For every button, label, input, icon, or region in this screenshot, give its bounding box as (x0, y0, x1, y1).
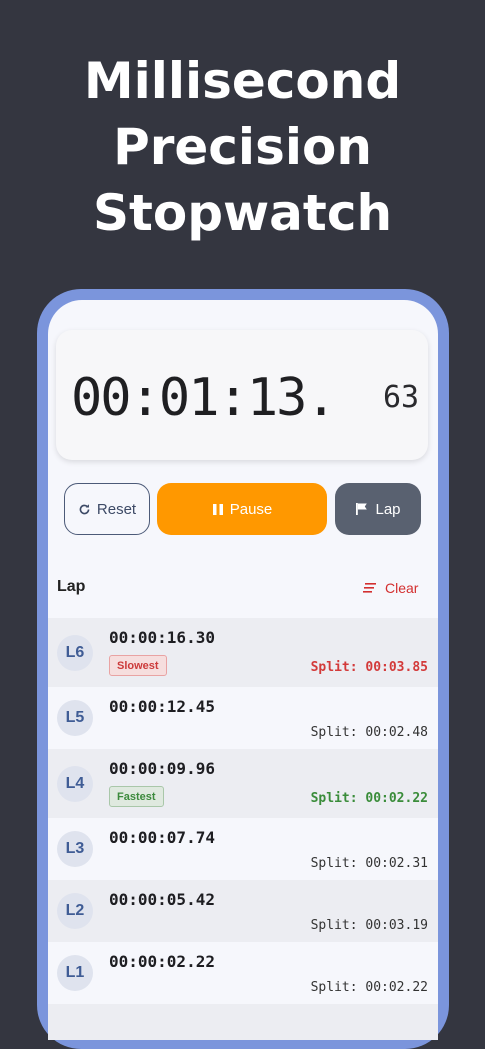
lap-number-badge: L5 (57, 700, 93, 736)
pause-label: Pause (229, 500, 273, 518)
lap-row-partial (48, 1004, 438, 1040)
lap-row: L6 00:00:16.30 Slowest Split: 00:03.85 (48, 618, 438, 687)
lap-row: L3 00:00:07.74 Split: 00:02.31 (48, 818, 438, 880)
lap-list-header: Lap Clear (48, 572, 438, 602)
fastest-tag: Fastest (109, 786, 164, 807)
headline-line-3: Stopwatch (92, 184, 393, 242)
lap-number-badge: L3 (57, 831, 93, 867)
lap-split-time: Split: 00:02.31 (310, 856, 428, 871)
headline-line-1: Millisecond (83, 52, 402, 110)
reset-label: Reset (96, 500, 137, 518)
lap-label: Lap (375, 500, 401, 518)
clear-list-icon (363, 583, 377, 593)
lap-split-time: Split: 00:02.22 (310, 980, 428, 995)
lap-total-time: 00:00:07.74 (109, 828, 215, 847)
lap-split-time: Split: 00:03.19 (310, 918, 428, 933)
lap-total-time: 00:00:12.45 (109, 697, 215, 716)
lap-split-time: Split: 00:03.85 (310, 660, 428, 675)
lap-total-time: 00:00:02.22 (109, 952, 215, 971)
lap-list: L6 00:00:16.30 Slowest Split: 00:03.85 L… (48, 618, 438, 1040)
lap-row: L2 00:00:05.42 Split: 00:03.19 (48, 880, 438, 942)
timer-milliseconds: 63 (383, 380, 420, 415)
app-screen: 00:01:13. 63 Reset Pause Lap Lap Clear L… (48, 300, 438, 1040)
lap-button[interactable]: Lap (335, 483, 421, 535)
lap-total-time: 00:00:09.96 (109, 759, 215, 778)
flag-icon (355, 502, 369, 516)
slowest-tag: Slowest (109, 655, 167, 676)
lap-split-time: Split: 00:02.48 (310, 725, 428, 740)
clear-label: Clear (385, 580, 419, 596)
pause-icon (212, 503, 224, 516)
lap-number-badge: L2 (57, 893, 93, 929)
lap-number-badge: L6 (57, 635, 93, 671)
clear-button[interactable]: Clear (363, 580, 418, 596)
lap-list-title: Lap (57, 578, 86, 595)
lap-total-time: 00:00:16.30 (109, 628, 215, 647)
pause-button[interactable]: Pause (157, 483, 327, 535)
reset-button[interactable]: Reset (64, 483, 150, 535)
lap-row: L1 00:00:02.22 Split: 00:02.22 (48, 942, 438, 1004)
lap-number-badge: L4 (57, 766, 93, 802)
timer-display: 00:01:13. 63 (56, 330, 428, 460)
lap-row: L5 00:00:12.45 Split: 00:02.48 (48, 687, 438, 749)
refresh-icon (78, 503, 91, 516)
headline-line-2: Precision (113, 118, 372, 176)
lap-row: L4 00:00:09.96 Fastest Split: 00:02.22 (48, 749, 438, 818)
headline: Millisecond Precision Stopwatch (0, 48, 485, 246)
lap-split-time: Split: 00:02.22 (310, 791, 428, 806)
timer-main-digits: 00:01:13. (71, 368, 337, 428)
lap-number-badge: L1 (57, 955, 93, 991)
lap-total-time: 00:00:05.42 (109, 890, 215, 909)
